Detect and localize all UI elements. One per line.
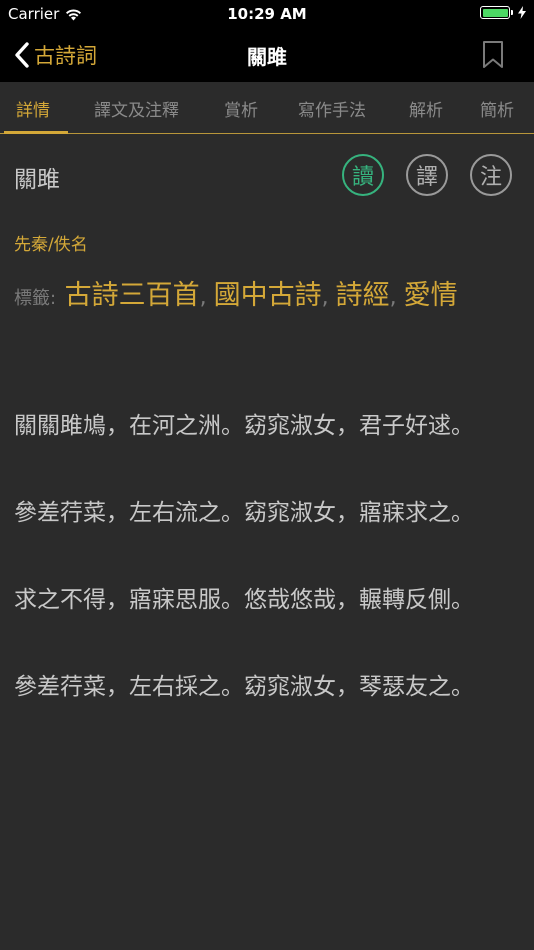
nav-title: 關雎 xyxy=(247,45,287,69)
charging-bolt-icon xyxy=(518,6,526,19)
navigation-bar: 古詩詞 關雎 xyxy=(0,28,534,82)
tag-link[interactable]: 國中古詩 xyxy=(214,280,322,311)
poem-body: 關關雎鳩，在河之洲。窈窕淑女，君子好逑。 參差荇菜，左右流之。窈窕淑女，寤寐求之… xyxy=(14,404,514,752)
tab-analysis[interactable]: 解析 xyxy=(409,96,443,121)
poem-author[interactable]: 先秦/佚名 xyxy=(14,230,88,255)
read-button-label: 讀 xyxy=(351,165,374,190)
poem-stanza: 參差荇菜，左右流之。窈窕淑女，寤寐求之。 xyxy=(14,500,474,526)
tag-separator: , xyxy=(389,285,404,310)
tags-label: 標籤: xyxy=(14,288,57,309)
status-right xyxy=(480,6,526,19)
status-bar: Carrier 10:29 AM xyxy=(0,0,534,28)
translate-button-label: 譯 xyxy=(415,165,438,190)
tag-link[interactable]: 詩經 xyxy=(336,280,390,311)
bookmark-icon xyxy=(483,41,503,68)
status-time: 10:29 AM xyxy=(227,5,307,23)
poem-stanza: 參差荇菜，左右採之。窈窕淑女，琴瑟友之。 xyxy=(14,674,474,700)
annotation-button-label: 注 xyxy=(479,165,502,190)
annotation-button[interactable]: 注 xyxy=(470,154,512,196)
poem-stanza: 求之不得，寤寐思服。悠哉悠哉，輾轉反側。 xyxy=(14,587,474,613)
poem-stanza: 關關雎鳩，在河之洲。窈窕淑女，君子好逑。 xyxy=(14,413,474,439)
tab-translation-notes[interactable]: 譯文及注釋 xyxy=(94,96,179,121)
tags-row: 標籤: 古詩三百首, 國中古詩, 詩經, 愛情 xyxy=(14,274,520,321)
tab-details[interactable]: 詳情 xyxy=(16,96,50,121)
tab-brief-analysis[interactable]: 簡析 xyxy=(480,96,514,121)
tag-separator: , xyxy=(321,285,336,310)
poem-title: 關雎 xyxy=(14,167,60,193)
tab-appreciation[interactable]: 賞析 xyxy=(224,96,258,121)
translate-button[interactable]: 譯 xyxy=(406,154,448,196)
active-tab-indicator xyxy=(4,131,68,134)
read-button[interactable]: 讀 xyxy=(342,154,384,196)
tag-link[interactable]: 古詩三百首 xyxy=(65,280,200,311)
battery-fill xyxy=(482,8,508,17)
battery-icon xyxy=(480,6,513,19)
bookmark-button[interactable] xyxy=(480,40,506,70)
tag-link[interactable]: 愛情 xyxy=(404,280,458,311)
tab-writing-technique[interactable]: 寫作手法 xyxy=(298,96,366,121)
tag-separator: , xyxy=(199,285,214,310)
tab-bar: 詳情 譯文及注釋 賞析 寫作手法 解析 簡析 xyxy=(0,82,534,134)
